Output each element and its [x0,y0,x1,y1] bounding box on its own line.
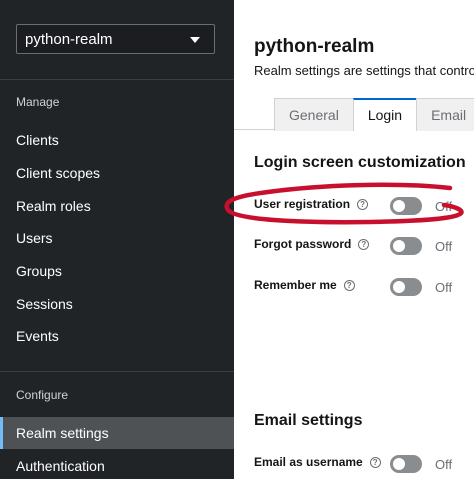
tab-email[interactable]: Email [416,98,474,131]
login-section-title: Login screen customization [254,154,466,171]
forgot-password-state: Off [435,239,453,254]
question-circle-icon[interactable]: ? [357,198,369,210]
tab-general[interactable]: General [274,98,354,131]
user-registration-text: User registration [254,197,351,211]
sidebar-item-realm-roles[interactable]: Realm roles [0,190,234,222]
sidebar-item-groups[interactable]: Groups [0,255,234,287]
main-panel: python-realm Realm settings are settings… [234,0,474,479]
sidebar-item-client-scopes[interactable]: Client scopes [0,157,234,189]
page-subtitle: Realm settings are settings that contro [254,63,474,78]
switch-knob [393,200,405,212]
remember-me-switch[interactable] [390,278,422,296]
user-registration-state: Off [435,199,453,214]
email-as-username-state: Off [435,457,453,472]
sidebar-section-configure: Configure [16,388,69,402]
user-registration-label: User registration ? [254,197,369,211]
realm-selector-value: python-realm [25,31,113,48]
remember-me-state: Off [435,280,453,295]
forgot-password-text: Forgot password [254,237,352,251]
caret-down-icon [190,37,200,43]
switch-knob [393,281,405,293]
remember-me-label: Remember me ? [254,278,355,292]
email-as-username-switch[interactable] [390,455,422,473]
sidebar-section-manage: Manage [16,95,60,109]
remember-me-text: Remember me [254,278,337,292]
email-section-title: Email settings [254,412,363,429]
realm-selector[interactable]: python-realm [16,24,215,54]
sidebar-item-clients[interactable]: Clients [0,124,234,156]
email-as-username-label: Email as username ? [254,455,381,469]
question-circle-icon[interactable]: ? [358,238,370,250]
forgot-password-label: Forgot password ? [254,237,370,251]
sidebar-item-authentication[interactable]: Authentication [0,450,234,479]
sidebar-divider [0,371,234,372]
switch-knob [393,458,405,470]
sidebar-item-sessions[interactable]: Sessions [0,288,234,320]
sidebar-item-events[interactable]: Events [0,320,234,352]
sidebar-item-realm-settings[interactable]: Realm settings [0,417,234,449]
question-circle-icon[interactable]: ? [343,279,355,291]
page-title: python-realm [254,36,375,57]
email-as-username-text: Email as username [254,455,363,469]
tab-bar: General Login Email [274,98,474,131]
switch-knob [393,240,405,252]
sidebar-divider [0,79,234,80]
forgot-password-switch[interactable] [390,237,422,255]
sidebar-item-users[interactable]: Users [0,222,234,254]
user-registration-switch[interactable] [390,197,422,215]
question-circle-icon[interactable]: ? [369,456,381,468]
sidebar: python-realm Manage Clients Client scope… [0,0,234,479]
tab-login[interactable]: Login [352,98,418,131]
